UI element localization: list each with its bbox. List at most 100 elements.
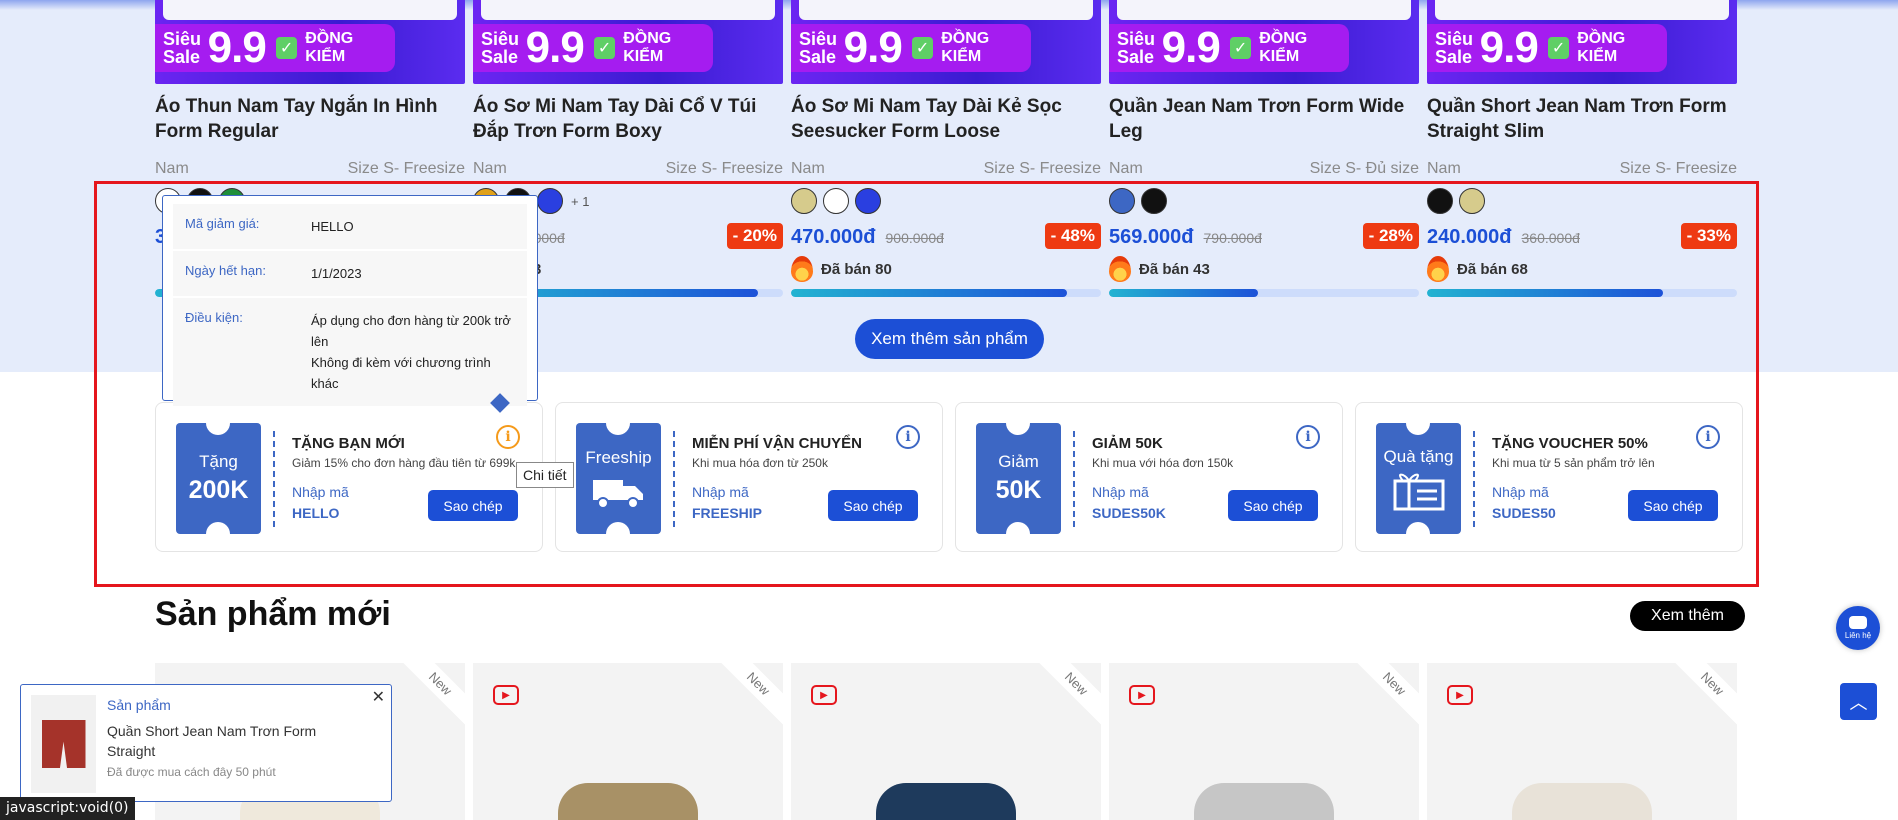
coupon-code-label: Nhập mã xyxy=(292,484,349,500)
notification-category[interactable]: Sản phẩm xyxy=(107,697,171,713)
video-icon[interactable]: ▶ xyxy=(1129,685,1155,705)
view-more-button[interactable]: Xem thêm xyxy=(1630,601,1745,631)
sale-label: Siêu Sale xyxy=(1435,29,1474,67)
product-meta: Nam Size S- Freesize xyxy=(1427,160,1737,178)
sale-date: 9.9 xyxy=(1161,23,1221,72)
product-gender: Nam xyxy=(1427,160,1461,177)
video-icon[interactable]: ▶ xyxy=(811,685,837,705)
info-icon[interactable]: i xyxy=(496,425,520,449)
sale-pill: Siêu Sale 9.9 ✓ ĐỒNG KIỂM xyxy=(155,23,395,72)
product-meta: Nam Size S- Freesize xyxy=(791,160,1101,178)
coupon-code: HELLO xyxy=(292,505,340,521)
sale-banner: Siêu Sale 9.9 ✓ ĐỒNG KIỂM xyxy=(791,0,1101,84)
sale-label: Siêu Sale xyxy=(163,29,202,67)
popup-label: Mã giảm giá: xyxy=(185,216,260,231)
sale-date: 9.9 xyxy=(525,23,585,72)
sale-date: 9.9 xyxy=(207,23,267,72)
product-name[interactable]: Quần Jean Nam Trơn Form Wide Leg xyxy=(1109,94,1419,146)
popup-row-code: Mã giảm giá: HELLO xyxy=(173,204,527,249)
sale-label: Siêu Sale xyxy=(481,29,520,67)
notification-product-name[interactable]: Quần Short Jean Nam Trơn Form Straight xyxy=(107,721,357,761)
sale-pill: Siêu Sale 9.9 ✓ ĐỒNG KIỂM xyxy=(1109,23,1349,72)
product-size: Size S- Freesize xyxy=(347,160,465,177)
ticket-amount: 200K xyxy=(188,476,249,504)
product-size: Size S- Freesize xyxy=(1619,160,1737,177)
coupon-detail-popup: Mã giảm giá: HELLO Ngày hết hạn: 1/1/202… xyxy=(162,195,538,406)
inspection-label: ĐỒNG KIỂM xyxy=(941,30,990,65)
new-product-list: New New ▶ New ▶ New ▶ New ▶ xyxy=(155,663,1737,820)
sale-label: Siêu Sale xyxy=(1117,29,1156,67)
product-size: Size S- Freesize xyxy=(983,160,1101,177)
copy-code-button[interactable]: Sao chép xyxy=(1628,490,1718,521)
info-icon[interactable]: i xyxy=(1696,425,1720,449)
coupon-ticket: Giảm 50K xyxy=(976,423,1061,534)
coupon-ticket: Quà tặng xyxy=(1376,423,1461,534)
coupon-card: Freeship MIỄN PHÍ VẬN CHUYỂN Khi mua hóa… xyxy=(555,402,943,552)
product-name[interactable]: Áo Sơ Mi Nam Tay Dài Kẻ Sọc Seesucker Fo… xyxy=(791,94,1101,146)
new-product-card[interactable]: New ▶ xyxy=(1427,663,1737,820)
sale-date: 9.9 xyxy=(843,23,903,72)
sale-banner: Siêu Sale 9.9 ✓ ĐỒNG KIỂM xyxy=(155,0,465,84)
inspection-label: ĐỒNG KIỂM xyxy=(623,30,672,65)
coupon-code: SUDES50K xyxy=(1092,505,1166,521)
check-icon: ✓ xyxy=(911,37,934,59)
chat-contact-button[interactable]: Liên hệ xyxy=(1836,606,1880,650)
popup-row-expiry: Ngày hết hạn: 1/1/2023 xyxy=(173,251,527,296)
coupon-ticket: Freeship xyxy=(576,423,661,534)
product-image-edge xyxy=(799,0,1093,20)
product-size: Size S- Đủ size xyxy=(1309,160,1419,177)
ticket-label: Freeship xyxy=(585,447,652,467)
inspection-label: ĐỒNG KIỂM xyxy=(1577,30,1626,65)
product-gender: Nam xyxy=(1109,160,1143,177)
condition-line: Không đi kèm với chương trình khác xyxy=(311,355,491,391)
popup-value: HELLO xyxy=(311,219,354,234)
coupon-code: SUDES50 xyxy=(1492,505,1556,521)
info-icon[interactable]: i xyxy=(1296,425,1320,449)
new-badge: New xyxy=(1029,663,1101,731)
product-name[interactable]: Quần Short Jean Nam Trơn Form Straight S… xyxy=(1427,94,1737,146)
coupon-code-label: Nhập mã xyxy=(1092,484,1149,500)
copy-code-button[interactable]: Sao chép xyxy=(1228,490,1318,521)
new-product-card[interactable]: New ▶ xyxy=(1109,663,1419,820)
popup-value: 1/1/2023 xyxy=(311,266,362,281)
chat-label: Liên hệ xyxy=(1844,631,1872,640)
product-name[interactable]: Áo Thun Nam Tay Ngắn In Hình Form Regula… xyxy=(155,94,465,146)
purchase-notification[interactable]: Sản phẩm Quần Short Jean Nam Trơn Form S… xyxy=(20,684,392,802)
new-product-card[interactable]: New ▶ xyxy=(473,663,783,820)
product-image-edge xyxy=(163,0,457,20)
product-gender: Nam xyxy=(473,160,507,177)
close-icon[interactable]: ✕ xyxy=(372,687,385,707)
shorts-image xyxy=(41,720,86,768)
video-icon[interactable]: ▶ xyxy=(1447,685,1473,705)
section-title: Sản phẩm mới xyxy=(155,595,391,633)
sale-pill: Siêu Sale 9.9 ✓ ĐỒNG KIỂM xyxy=(791,23,1031,72)
new-badge: New xyxy=(1665,663,1737,731)
inspection-label: ĐỒNG KIỂM xyxy=(1259,30,1308,65)
new-badge: New xyxy=(711,663,783,731)
popup-label: Điều kiện: xyxy=(185,310,243,325)
video-icon[interactable]: ▶ xyxy=(493,685,519,705)
check-icon: ✓ xyxy=(1229,37,1252,59)
coupon-code-label: Nhập mã xyxy=(1492,484,1549,500)
copy-code-button[interactable]: Sao chép xyxy=(428,490,518,521)
sale-banner: Siêu Sale 9.9 ✓ ĐỒNG KIỂM xyxy=(1427,0,1737,84)
coupon-code-label: Nhập mã xyxy=(692,484,749,500)
product-gender: Nam xyxy=(155,160,189,177)
popup-row-condition: Điều kiện: Áp dụng cho đơn hàng từ 200k … xyxy=(173,298,527,406)
back-to-top-button[interactable]: ︿ xyxy=(1840,683,1877,720)
product-meta: Nam Size S- Freesize xyxy=(473,160,783,178)
product-meta: Nam Size S- Freesize xyxy=(155,160,465,178)
notification-time: Đã được mua cách đây 50 phút xyxy=(107,765,276,779)
info-icon[interactable]: i xyxy=(896,425,920,449)
coupon-title: TẶNG VOUCHER 50% xyxy=(1492,435,1648,452)
product-name[interactable]: Áo Sơ Mi Nam Tay Dài Cổ V Túi Đắp Trơn F… xyxy=(473,94,783,146)
product-image xyxy=(876,783,1016,820)
sale-label: Siêu Sale xyxy=(799,29,838,67)
truck-icon xyxy=(592,479,643,509)
sale-banner: Siêu Sale 9.9 ✓ ĐỒNG KIỂM xyxy=(473,0,783,84)
check-icon: ✓ xyxy=(1547,37,1570,59)
coupon-description: Khi mua với hóa đơn 150k xyxy=(1092,456,1234,470)
copy-code-button[interactable]: Sao chép xyxy=(828,490,918,521)
product-image xyxy=(558,783,698,820)
new-product-card[interactable]: New ▶ xyxy=(791,663,1101,820)
